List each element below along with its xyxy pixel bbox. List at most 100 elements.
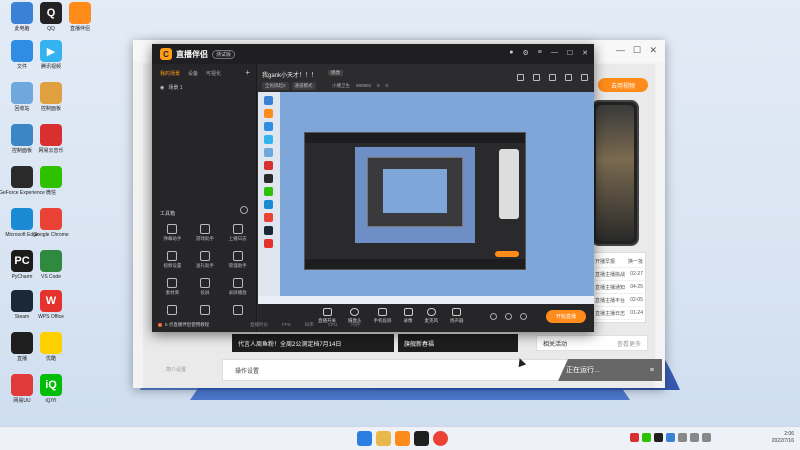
tool-label: 弹幕助手 — [163, 236, 182, 241]
app-icon — [11, 2, 33, 24]
menu-icon[interactable]: ≡ — [650, 367, 654, 374]
home-icon[interactable] — [565, 74, 572, 81]
tool-button[interactable]: 上播日志 — [221, 224, 254, 242]
list-item[interactable]: 直播主播平台 02-05 — [595, 294, 643, 307]
tray-icon[interactable] — [630, 433, 639, 442]
live-companion-taskbar-icon[interactable] — [395, 431, 410, 446]
desktop-icon[interactable]: ▶ 腾讯视频 — [33, 40, 69, 70]
maximize-icon[interactable]: ☐ — [567, 49, 573, 57]
menu-icon[interactable]: ≡ — [538, 49, 542, 57]
tool-button[interactable] — [156, 305, 189, 317]
room-meta: 0 — [377, 83, 380, 88]
tool-icon — [199, 305, 210, 315]
tray-icon[interactable] — [654, 433, 663, 442]
gift-icon[interactable] — [517, 74, 524, 81]
promo-button[interactable]: 去用视频 — [598, 78, 648, 92]
news-banner[interactable]: 旗舰新春福 — [398, 334, 518, 352]
desktop-icon[interactable]: 控制面板 — [33, 82, 69, 112]
tool-icon — [167, 224, 178, 234]
running-status[interactable]: 正在运行... ≡ — [558, 359, 662, 381]
data-icon[interactable] — [549, 74, 556, 81]
taskbar: 2:06 2022/7/16 — [0, 426, 800, 450]
tray-icon[interactable] — [642, 433, 651, 442]
tool-button[interactable]: 游戏助手 — [189, 224, 222, 242]
scene-item[interactable]: ◉ 场景 1 — [160, 84, 183, 92]
room-meta: 0 — [385, 83, 389, 88]
room-tag[interactable]: 全民搞起2 — [262, 82, 289, 90]
close-icon[interactable]: ✕ — [582, 49, 588, 57]
live-preview[interactable] — [258, 92, 594, 304]
volume-icon[interactable] — [702, 433, 711, 442]
list-item[interactable]: 直播主播挑战 02-27 — [595, 268, 643, 281]
microphone-button[interactable]: 麦克风 — [425, 308, 438, 324]
tool-button[interactable]: 录屏播放 — [221, 278, 254, 296]
tab-visual[interactable]: 可视化 — [206, 70, 221, 77]
list-item[interactable]: 直播主播通知 04-25 — [595, 281, 643, 294]
desktop-icon[interactable]: 网易云音乐 — [33, 124, 69, 154]
speaker-button[interactable]: 扬声器 — [450, 308, 464, 324]
app-icon — [11, 166, 33, 188]
tab-my-scenes[interactable]: 我的场景 — [160, 70, 180, 77]
tool-button[interactable] — [189, 305, 222, 317]
tool-button[interactable]: 送礼助手 — [189, 251, 222, 269]
tutorial-link[interactable]: 5 点直播伴侣使用教程 — [158, 322, 209, 328]
chrome-taskbar-icon[interactable] — [433, 431, 448, 446]
app-icon: W — [40, 290, 62, 312]
live-companion-window[interactable]: C 直播伴侣 测试版 ● ⚙ ≡ — ☐ ✕ 我的场景 设备 可视化 + ◉ 场… — [152, 44, 594, 332]
eye-icon[interactable]: ◉ — [160, 85, 164, 91]
maximize-icon[interactable]: ☐ — [633, 45, 641, 56]
desktop-icon[interactable]: 优酷 — [33, 332, 69, 362]
file-explorer-icon[interactable] — [376, 431, 391, 446]
room-tag[interactable]: 通道模式 — [291, 82, 316, 90]
desktop-icon[interactable]: 微信 — [33, 166, 69, 196]
desktop-icon[interactable]: 直播伴侣 — [62, 2, 98, 32]
app-icon — [69, 2, 91, 24]
avatar[interactable]: ● — [509, 49, 513, 57]
tab-devices[interactable]: 设备 — [188, 70, 198, 77]
start-live-button[interactable]: 开始直播 — [546, 310, 586, 323]
app-icon — [11, 124, 33, 146]
phone-cast-button[interactable]: 手机投屏 — [374, 308, 392, 324]
desktop-icon[interactable]: iQ iQIYI — [33, 374, 69, 404]
settings-icon[interactable] — [520, 313, 527, 320]
side-list: 开播早报 换一批 直播主播挑战 02-27 直播主播通知 04-25 直播主播平台 02… — [592, 252, 646, 323]
record-button[interactable]: 录像 — [403, 308, 413, 324]
tool-button[interactable]: 管理助手 — [221, 251, 254, 269]
desktop-icon[interactable]: W WPS Office — [33, 290, 69, 320]
tool-button[interactable]: 视频设置 — [156, 251, 189, 269]
share-icon[interactable] — [533, 74, 540, 81]
minimize-icon[interactable]: — — [551, 49, 558, 57]
tray-icon[interactable] — [678, 433, 687, 442]
tool-icon — [167, 305, 178, 315]
tool-label: 游戏助手 — [195, 236, 214, 241]
news-banner[interactable]: 代言人周鱼粉！全周2公测定档7月14日 — [232, 334, 394, 352]
wifi-icon[interactable] — [690, 433, 699, 442]
related-activities[interactable]: 相关活动 查看更多 — [536, 335, 648, 351]
tool-icon — [232, 224, 243, 234]
app-taskbar-icon[interactable] — [414, 431, 429, 446]
nested-preview — [304, 132, 526, 270]
list-item[interactable]: 开播早报 换一批 — [595, 255, 643, 268]
expand-icon[interactable] — [581, 74, 588, 81]
desktop-icon[interactable]: VS Code — [33, 250, 69, 280]
tool-button[interactable]: 投屏 — [189, 278, 222, 296]
refresh-icon[interactable] — [240, 206, 248, 214]
minimize-icon[interactable]: — — [616, 45, 625, 55]
clock[interactable]: 2:06 2022/7/16 — [772, 431, 794, 445]
helper-text[interactable]: 操作设置 — [235, 366, 259, 375]
close-icon[interactable]: ✕ — [649, 45, 657, 56]
camera-toggle-icon[interactable] — [490, 313, 497, 320]
desktop-icon-label: 直播 — [16, 356, 27, 362]
add-scene-icon[interactable]: + — [245, 68, 250, 77]
list-item[interactable]: 直播主播日志 01-24 — [595, 307, 643, 320]
tool-button[interactable]: 弹幕助手 — [156, 224, 189, 242]
tool-button[interactable] — [221, 305, 254, 317]
settings-icon[interactable]: ⚙ — [522, 49, 528, 57]
tray-icon[interactable] — [666, 433, 675, 442]
desktop-icon-label: 控制面板 — [11, 148, 32, 154]
start-button-icon[interactable] — [357, 431, 372, 446]
tool-button[interactable]: 素材库 — [156, 278, 189, 296]
edit-room-button[interactable]: 修改 — [328, 70, 343, 76]
record-toggle-icon[interactable] — [505, 313, 512, 320]
desktop-icon[interactable]: Google Chrome — [33, 208, 69, 238]
